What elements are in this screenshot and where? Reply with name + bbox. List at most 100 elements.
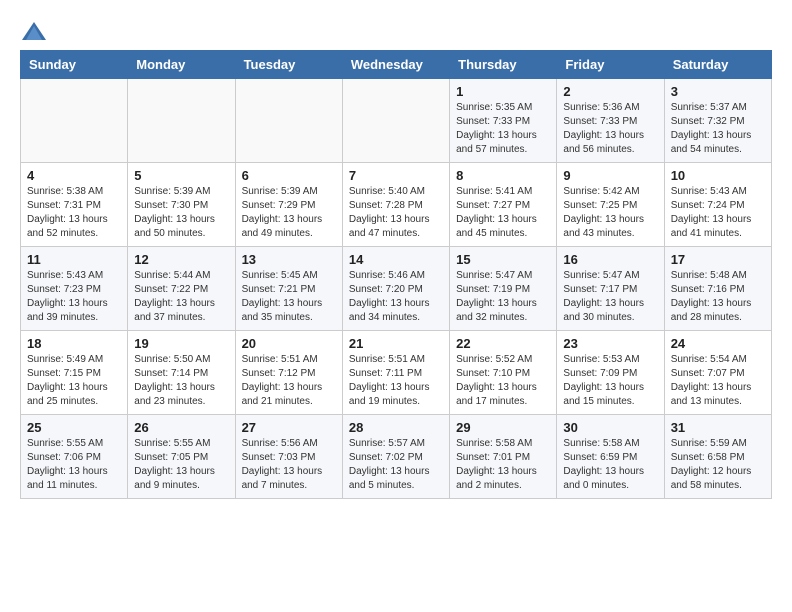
day-number: 16: [563, 252, 657, 267]
day-info: Sunrise: 5:50 AM Sunset: 7:14 PM Dayligh…: [134, 353, 228, 409]
day-info: Sunrise: 5:43 AM Sunset: 7:24 PM Dayligh…: [671, 185, 765, 241]
calendar-cell: 11Sunrise: 5:43 AM Sunset: 7:23 PM Dayli…: [21, 247, 128, 331]
day-info: Sunrise: 5:43 AM Sunset: 7:23 PM Dayligh…: [27, 269, 121, 325]
column-header-wednesday: Wednesday: [342, 51, 449, 79]
calendar-cell: 7 Sunrise: 5:40 AM Sunset: 7:28 PM Daylig…: [342, 163, 449, 247]
calendar-cell: [21, 79, 128, 163]
day-info: Sunrise: 5:55 AM Sunset: 7:06 PM Dayligh…: [27, 437, 121, 493]
day-number: 8: [456, 168, 550, 183]
day-number: 27: [242, 420, 336, 435]
column-header-thursday: Thursday: [450, 51, 557, 79]
calendar-cell: 14 Sunrise: 5:46 AM Sunset: 7:20 PM Dayli…: [342, 247, 449, 331]
day-number: 10: [671, 168, 765, 183]
calendar-cell: 10 Sunrise: 5:43 AM Sunset: 7:24 PM Dayli…: [664, 163, 771, 247]
calendar-cell: 29 Sunrise: 5:58 AM Sunset: 7:01 PM Dayli…: [450, 415, 557, 499]
calendar-week-row: 11Sunrise: 5:43 AM Sunset: 7:23 PM Dayli…: [21, 247, 772, 331]
day-info: Sunrise: 5:51 AM Sunset: 7:12 PM Dayligh…: [242, 353, 336, 409]
day-number: 19: [134, 336, 228, 351]
day-number: 3: [671, 84, 765, 99]
day-info: Sunrise: 5:55 AM Sunset: 7:05 PM Dayligh…: [134, 437, 228, 493]
day-number: 5: [134, 168, 228, 183]
day-info: Sunrise: 5:39 AM Sunset: 7:29 PM Dayligh…: [242, 185, 336, 241]
calendar-cell: 9 Sunrise: 5:42 AM Sunset: 7:25 PM Daylig…: [557, 163, 664, 247]
day-info: Sunrise: 5:57 AM Sunset: 7:02 PM Dayligh…: [349, 437, 443, 493]
day-info: Sunrise: 5:59 AM Sunset: 6:58 PM Dayligh…: [671, 437, 765, 493]
day-number: 22: [456, 336, 550, 351]
day-info: Sunrise: 5:44 AM Sunset: 7:22 PM Dayligh…: [134, 269, 228, 325]
day-info: Sunrise: 5:42 AM Sunset: 7:25 PM Dayligh…: [563, 185, 657, 241]
calendar-cell: 21Sunrise: 5:51 AM Sunset: 7:11 PM Dayli…: [342, 331, 449, 415]
day-info: Sunrise: 5:52 AM Sunset: 7:10 PM Dayligh…: [456, 353, 550, 409]
day-info: Sunrise: 5:58 AM Sunset: 6:59 PM Dayligh…: [563, 437, 657, 493]
calendar-week-row: 25 Sunrise: 5:55 AM Sunset: 7:06 PM Dayli…: [21, 415, 772, 499]
day-info: Sunrise: 5:47 AM Sunset: 7:19 PM Dayligh…: [456, 269, 550, 325]
day-info: Sunrise: 5:40 AM Sunset: 7:28 PM Dayligh…: [349, 185, 443, 241]
day-info: Sunrise: 5:45 AM Sunset: 7:21 PM Dayligh…: [242, 269, 336, 325]
day-number: 14: [349, 252, 443, 267]
day-number: 18: [27, 336, 121, 351]
calendar-week-row: 4 Sunrise: 5:38 AM Sunset: 7:31 PM Daylig…: [21, 163, 772, 247]
day-info: Sunrise: 5:46 AM Sunset: 7:20 PM Dayligh…: [349, 269, 443, 325]
calendar-cell: 16 Sunrise: 5:47 AM Sunset: 7:17 PM Dayli…: [557, 247, 664, 331]
calendar-cell: 28Sunrise: 5:57 AM Sunset: 7:02 PM Dayli…: [342, 415, 449, 499]
day-number: 2: [563, 84, 657, 99]
day-info: Sunrise: 5:36 AM Sunset: 7:33 PM Dayligh…: [563, 101, 657, 157]
day-number: 26: [134, 420, 228, 435]
day-number: 12: [134, 252, 228, 267]
column-header-sunday: Sunday: [21, 51, 128, 79]
calendar-cell: 1Sunrise: 5:35 AM Sunset: 7:33 PM Daylig…: [450, 79, 557, 163]
calendar-cell: 19 Sunrise: 5:50 AM Sunset: 7:14 PM Dayli…: [128, 331, 235, 415]
day-info: Sunrise: 5:37 AM Sunset: 7:32 PM Dayligh…: [671, 101, 765, 157]
calendar-cell: 17Sunrise: 5:48 AM Sunset: 7:16 PM Dayli…: [664, 247, 771, 331]
calendar-cell: 31Sunrise: 5:59 AM Sunset: 6:58 PM Dayli…: [664, 415, 771, 499]
day-info: Sunrise: 5:49 AM Sunset: 7:15 PM Dayligh…: [27, 353, 121, 409]
calendar-week-row: 18 Sunrise: 5:49 AM Sunset: 7:15 PM Dayli…: [21, 331, 772, 415]
day-number: 13: [242, 252, 336, 267]
column-header-monday: Monday: [128, 51, 235, 79]
calendar-cell: 24Sunrise: 5:54 AM Sunset: 7:07 PM Dayli…: [664, 331, 771, 415]
day-number: 29: [456, 420, 550, 435]
calendar-cell: [342, 79, 449, 163]
calendar-cell: 23 Sunrise: 5:53 AM Sunset: 7:09 PM Dayli…: [557, 331, 664, 415]
day-info: Sunrise: 5:38 AM Sunset: 7:31 PM Dayligh…: [27, 185, 121, 241]
calendar-cell: 6 Sunrise: 5:39 AM Sunset: 7:29 PM Daylig…: [235, 163, 342, 247]
logo-icon: [20, 20, 48, 44]
calendar-cell: 5Sunrise: 5:39 AM Sunset: 7:30 PM Daylig…: [128, 163, 235, 247]
column-header-tuesday: Tuesday: [235, 51, 342, 79]
day-number: 1: [456, 84, 550, 99]
calendar-table: SundayMondayTuesdayWednesdayThursdayFrid…: [20, 50, 772, 499]
day-number: 21: [349, 336, 443, 351]
calendar-cell: 8Sunrise: 5:41 AM Sunset: 7:27 PM Daylig…: [450, 163, 557, 247]
day-info: Sunrise: 5:54 AM Sunset: 7:07 PM Dayligh…: [671, 353, 765, 409]
day-info: Sunrise: 5:53 AM Sunset: 7:09 PM Dayligh…: [563, 353, 657, 409]
calendar-week-row: 1Sunrise: 5:35 AM Sunset: 7:33 PM Daylig…: [21, 79, 772, 163]
calendar-cell: 27 Sunrise: 5:56 AM Sunset: 7:03 PM Dayli…: [235, 415, 342, 499]
calendar-cell: 12 Sunrise: 5:44 AM Sunset: 7:22 PM Dayli…: [128, 247, 235, 331]
day-number: 7: [349, 168, 443, 183]
calendar-cell: 15 Sunrise: 5:47 AM Sunset: 7:19 PM Dayli…: [450, 247, 557, 331]
calendar-cell: 13 Sunrise: 5:45 AM Sunset: 7:21 PM Dayli…: [235, 247, 342, 331]
day-number: 23: [563, 336, 657, 351]
calendar-cell: 22 Sunrise: 5:52 AM Sunset: 7:10 PM Dayli…: [450, 331, 557, 415]
day-info: Sunrise: 5:58 AM Sunset: 7:01 PM Dayligh…: [456, 437, 550, 493]
day-info: Sunrise: 5:56 AM Sunset: 7:03 PM Dayligh…: [242, 437, 336, 493]
day-number: 6: [242, 168, 336, 183]
calendar-cell: 26 Sunrise: 5:55 AM Sunset: 7:05 PM Dayli…: [128, 415, 235, 499]
day-number: 15: [456, 252, 550, 267]
day-number: 4: [27, 168, 121, 183]
calendar-cell: 2 Sunrise: 5:36 AM Sunset: 7:33 PM Daylig…: [557, 79, 664, 163]
day-number: 9: [563, 168, 657, 183]
logo: [20, 20, 52, 44]
day-number: 20: [242, 336, 336, 351]
calendar-cell: [235, 79, 342, 163]
column-header-saturday: Saturday: [664, 51, 771, 79]
calendar-cell: 18 Sunrise: 5:49 AM Sunset: 7:15 PM Dayli…: [21, 331, 128, 415]
day-info: Sunrise: 5:47 AM Sunset: 7:17 PM Dayligh…: [563, 269, 657, 325]
calendar-cell: 20 Sunrise: 5:51 AM Sunset: 7:12 PM Dayli…: [235, 331, 342, 415]
day-info: Sunrise: 5:48 AM Sunset: 7:16 PM Dayligh…: [671, 269, 765, 325]
header: [20, 20, 772, 44]
calendar-header-row: SundayMondayTuesdayWednesdayThursdayFrid…: [21, 51, 772, 79]
day-number: 25: [27, 420, 121, 435]
day-number: 30: [563, 420, 657, 435]
calendar-cell: 3 Sunrise: 5:37 AM Sunset: 7:32 PM Daylig…: [664, 79, 771, 163]
